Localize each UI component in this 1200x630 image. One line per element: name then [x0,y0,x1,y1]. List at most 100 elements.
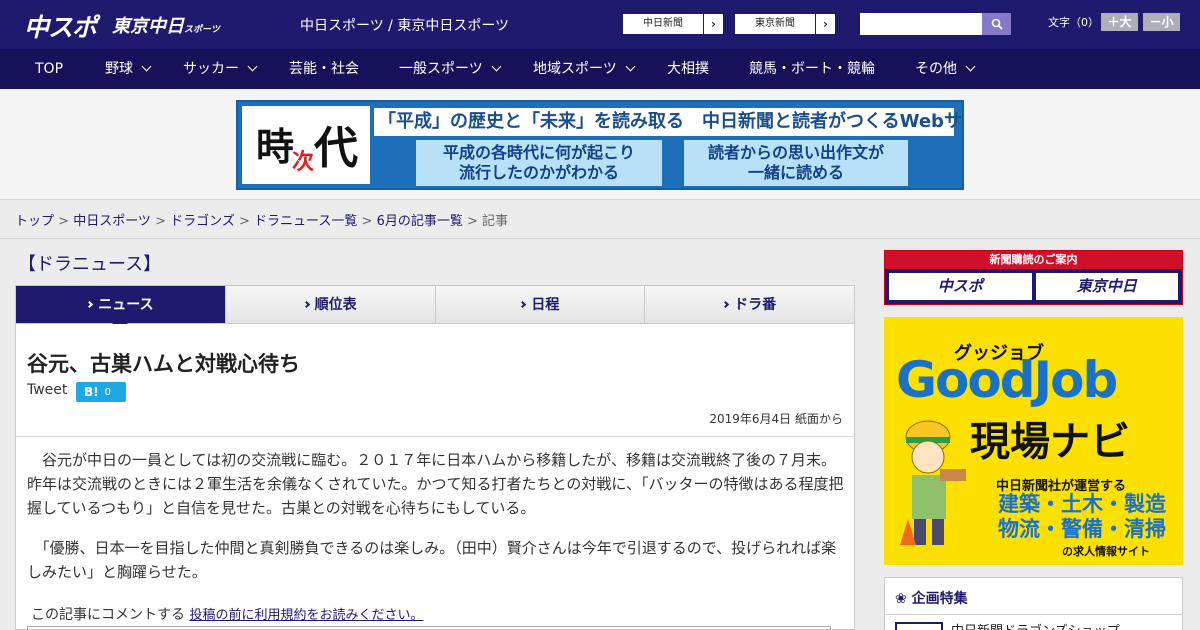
comment-textarea[interactable] [27,626,831,630]
hatena-bookmark-button[interactable]: B! 0 [76,382,126,402]
banner-box-line: 流行したのかがわかる [458,163,619,182]
publish-date: 2019年6月4日 紙面から [709,412,843,426]
chuspo-logo[interactable]: 中スポ [24,8,97,44]
nav-label: TOP [35,61,64,77]
search-icon [991,18,1003,30]
hatena-count: 0 [104,386,111,398]
goodjob-logo: GoodJob [896,351,1118,409]
nav-soccer[interactable]: サッカー [183,49,258,89]
subscription-logos: 中スポ 東京中日 [885,269,1182,304]
top-bar: 中スポ 東京中日スポーツ 中日スポーツ / 東京中日スポーツ 中日新聞 › 東京… [0,0,1200,49]
tweet-button[interactable]: Tweet [27,382,67,398]
subscription-head: 新聞購読のご案内 [885,251,1182,269]
banner-box-line: 平成の各時代に何が起こり [442,143,635,162]
nav-baseball[interactable]: 野球 [105,49,152,89]
jidai-logo: 時 代 次 [242,106,370,184]
search-input[interactable] [860,13,982,35]
chunichi-shimbun-link[interactable]: 中日新聞 › [622,13,724,35]
breadcrumb: トップ > 中日スポーツ > ドラゴンズ > ドラニュース一覧 > 6月の記事一… [15,210,508,229]
feature-divider [885,614,1182,615]
chevron-down-icon [491,61,502,72]
nav-sumo[interactable]: 大相撲 [667,49,709,89]
jidai-kanji-3: 代 [314,123,358,174]
search-button[interactable] [982,13,1011,35]
breadcrumb-current: 記事 [482,214,509,229]
goodjob-categories-line: 物流・警備・清掃 [998,517,1166,541]
feature-box: ❀ 企画特集 中日新聞ドラゴンズショップ [884,577,1183,630]
subscription-box[interactable]: 新聞購読のご案内 中スポ 東京中日 [884,250,1183,305]
banner-area: 時 代 次 「平成」の歴史と「未来」を読み取る 中日新聞と読者がつくるWebサイ… [0,89,1200,200]
jidai-kanji-1: 時 [256,124,295,169]
font-smaller-button[interactable]: －小 [1143,13,1180,31]
ribbon-icon: ❀ [895,591,907,607]
nav-general-sports[interactable]: 一般スポーツ [399,49,502,89]
tab-label: ドラ番 [734,297,777,313]
tokyo-shimbun-link[interactable]: 東京新聞 › [734,13,836,35]
nav-label: 地域スポーツ [533,61,617,77]
article: 谷元、古巣ハムと対戦心待ち Tweet B! 0 2019年6月4日 紙面から … [15,324,855,630]
breadcrumb-divider [0,238,1200,239]
nav-label: 競馬・ボート・競輪 [749,61,875,77]
breadcrumb-link[interactable]: 中日スポーツ [73,214,151,229]
breadcrumb-link[interactable]: ドラゴンズ [170,214,235,229]
chevron-right-icon [519,300,527,309]
chevron-right-icon: › [815,14,835,34]
worker-illustration-icon [900,420,966,545]
article-title: 谷元、古巣ハムと対戦心待ち [27,352,300,376]
breadcrumb-sep: > [357,214,377,229]
chunichi-shimbun-label: 中日新聞 [643,18,683,29]
banner-box-memories: 読者からの思い出作文が 一緒に読める [684,140,908,186]
nav-others[interactable]: その他 [915,49,976,89]
tab-label: 日程 [531,297,560,313]
font-bigger-button[interactable]: ＋大 [1101,13,1138,31]
comment-prompt: この記事にコメントする 投稿の前に利用規約をお読みください。 [31,604,423,624]
hatena-icon: B! [84,385,99,399]
site-title: 中日スポーツ / 東京中日スポーツ [300,18,510,34]
tokyo-chunichi-logo[interactable]: 東京中日スポーツ [112,12,220,38]
tab-label: 順位表 [314,297,357,313]
breadcrumb-link[interactable]: ドラニュース一覧 [254,214,357,229]
nav-label: 一般スポーツ [399,61,483,77]
font-size-label: 文字（0） [1048,16,1099,29]
chevron-right-icon [86,300,94,309]
chuspo-sub-logo[interactable]: 中スポ [889,273,1032,300]
comment-prompt-text: この記事にコメントする [31,607,185,623]
terms-link[interactable]: 投稿の前に利用規約をお読みください。 [189,608,423,623]
goodjob-ad[interactable]: グッジョブ GoodJob 現場ナビ 中日新聞社が運営する 建築・土木・製造 物… [884,317,1183,565]
feature-heading: ❀ 企画特集 [895,588,968,608]
tab-draban[interactable]: ドラ番 [645,286,854,323]
feature-thumbnail[interactable] [895,622,943,630]
nav-label: その他 [915,61,957,77]
article-divider [16,436,854,437]
breadcrumb-link[interactable]: 6月の記事一覧 [377,214,463,229]
breadcrumb-sep: > [150,214,171,229]
nav-local-sports[interactable]: 地域スポーツ [533,49,636,89]
breadcrumb-link[interactable]: トップ [15,214,54,229]
article-paragraph: 「優勝、日本一を目指した仲間と真剣勝負できるのは楽しみ。（田中）賢介さんは今年で… [27,539,837,581]
nav-entertainment[interactable]: 芸能・社会 [289,49,359,89]
article-paragraph: 谷元が中日の一員としては初の交流戦に臨む。２０１７年に日本ハムから移籍したが、移… [27,451,844,517]
breadcrumb-sep: > [54,214,74,229]
tab-news[interactable]: ニュース [16,286,226,331]
chevron-right-icon: › [703,14,723,34]
jidai-kanji-2: 次 [292,149,315,175]
goodjob-footer: の求人情報サイト [1062,545,1150,558]
nav-label: 芸能・社会 [289,61,359,77]
breadcrumb-sep: > [462,214,483,229]
goodjob-categories: 建築・土木・製造 物流・警備・清掃 [998,492,1166,542]
tokyo-sub-logo[interactable]: 東京中日 [1035,273,1178,300]
nav-top[interactable]: TOP [35,49,63,89]
breadcrumb-sep: > [234,214,255,229]
section-title: 【ドラニュース】 [18,254,162,275]
tab-schedule[interactable]: 日程 [436,286,646,323]
nav-label: 野球 [105,61,133,77]
feature-item[interactable]: 中日新聞ドラゴンズショップ [951,620,1120,630]
nav-label: 大相撲 [667,61,709,77]
chevron-down-icon [247,61,258,72]
section-tabs: ニュース 順位表 日程 ドラ番 [15,285,855,331]
nav-racing[interactable]: 競馬・ボート・競輪 [749,49,875,89]
tab-label: ニュース [98,297,154,313]
jidai-banner[interactable]: 時 代 次 「平成」の歴史と「未来」を読み取る 中日新聞と読者がつくるWebサイ… [236,100,964,190]
tab-standings[interactable]: 順位表 [226,286,436,323]
tokyo-logo-text: 東京中日 [112,16,184,37]
